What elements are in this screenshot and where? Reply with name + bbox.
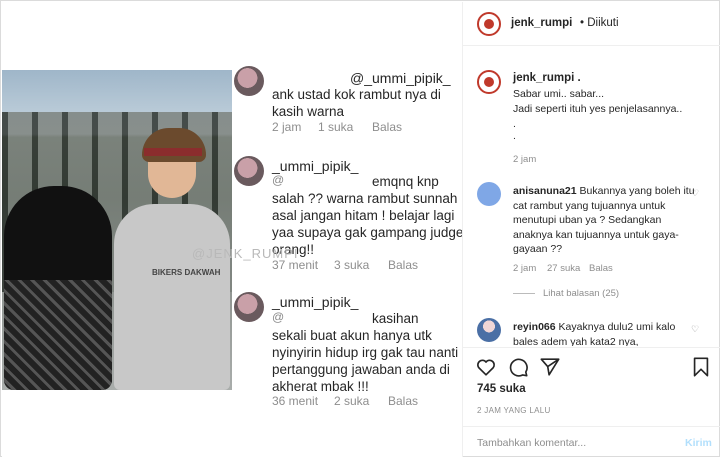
caption-line: Sabar umi.. sabar...: [513, 88, 605, 100]
comment-likes[interactable]: 27 suka: [547, 263, 580, 274]
comment-username[interactable]: reyin066: [513, 321, 556, 333]
caption-username[interactable]: jenk_rumpi .: [513, 72, 581, 84]
screenshot-reply: Balas: [372, 120, 403, 134]
caption-line: Jadi seperti ituh yes penjelasannya..: [513, 103, 683, 115]
save-bookmark-icon[interactable]: [691, 356, 711, 378]
post-actions: 745 suka 2 JAM YANG LALU Tambahkan komen…: [463, 347, 720, 457]
post-header: jenk_rumpi • Diikuti: [463, 2, 720, 46]
view-replies-link[interactable]: Lihat balasan (25): [513, 288, 619, 299]
comment-bubble-icon[interactable]: [507, 356, 529, 378]
screenshot-likes: 1 suka: [318, 120, 354, 134]
caption-line: .: [513, 130, 516, 142]
hoodie-print: BIKERS DAKWAH: [152, 268, 221, 277]
comment-text: reyin066 Kayaknya dulu2 umi kalo bales a…: [513, 321, 676, 346]
screenshot-username: _ummi_pipik_: [272, 158, 359, 174]
caption-time[interactable]: 2 jam: [513, 154, 536, 165]
person-in-niqab: [4, 186, 112, 390]
watermark: @JENK_RUMPI: [192, 246, 299, 261]
like-comment-heart-icon[interactable]: ♡: [691, 188, 699, 199]
comment-username[interactable]: anisanuna21: [513, 185, 577, 197]
like-comment-heart-icon[interactable]: ♡: [691, 324, 699, 335]
caption-avatar[interactable]: [477, 70, 501, 94]
comment-reply-button[interactable]: Balas: [589, 263, 613, 274]
screenshot-avatar: [234, 66, 264, 96]
likes-count[interactable]: 745 suka: [477, 383, 526, 395]
screenshot-time: 36 menit: [272, 394, 319, 408]
add-comment-bar: Tambahkan komentar... Kirim: [463, 426, 720, 457]
screenshot-reply: Balas: [388, 258, 419, 272]
screenshot-username: _ummi_pipik_: [272, 294, 359, 310]
caption-line: .: [513, 118, 516, 130]
post-side-panel: jenk_rumpi • Diikuti jenk_rumpi . Sabar …: [462, 2, 720, 457]
screenshot-comment-text: kasihan sekali buat akun hanya utk nyiny…: [272, 311, 459, 394]
like-heart-icon[interactable]: [475, 356, 497, 378]
screenshot-time: 2 jam: [272, 120, 302, 134]
post-time-ago[interactable]: 2 JAM YANG LALU: [477, 406, 551, 415]
comment-time[interactable]: 2 jam: [513, 263, 536, 274]
comment-text: anisanuna21 Bukannya yang boleh itu cat …: [513, 185, 695, 255]
profile-avatar[interactable]: [477, 12, 501, 36]
send-comment-button[interactable]: Kirim: [685, 437, 712, 449]
screenshot-comment-text: ank ustad kok rambut nya di kasih warna: [272, 87, 441, 119]
header-username[interactable]: jenk_rumpi: [511, 17, 572, 29]
screenshot-likes: 3 suka: [334, 258, 370, 272]
screenshot-mention: @_ummi_pipik_: [350, 70, 451, 86]
screenshot-likes: 2 suka: [334, 394, 370, 408]
add-comment-input[interactable]: Tambahkan komentar...: [477, 437, 586, 449]
screenshot-avatar: [234, 156, 264, 186]
instagram-post-window: BIKERS DAKWAH @_ummi_pipik_ ank ustad ko…: [0, 0, 720, 457]
follow-status[interactable]: • Diikuti: [580, 17, 619, 29]
screenshot-avatar: [234, 292, 264, 322]
screenshot-comment-text: emqnq knp salah ?? warna rambut sunnah a…: [272, 174, 462, 257]
post-media[interactable]: BIKERS DAKWAH @_ummi_pipik_ ank ustad ko…: [2, 2, 462, 457]
young-man-figure: [114, 128, 230, 390]
comments-screenshot: @_ummi_pipik_ ank ustad kok rambut nya d…: [232, 42, 462, 422]
share-paper-plane-icon[interactable]: [539, 356, 561, 378]
post-photo: BIKERS DAKWAH: [2, 70, 232, 390]
comment-avatar[interactable]: [477, 182, 501, 206]
comment-avatar[interactable]: [477, 318, 501, 342]
screenshot-reply: Balas: [388, 394, 419, 408]
